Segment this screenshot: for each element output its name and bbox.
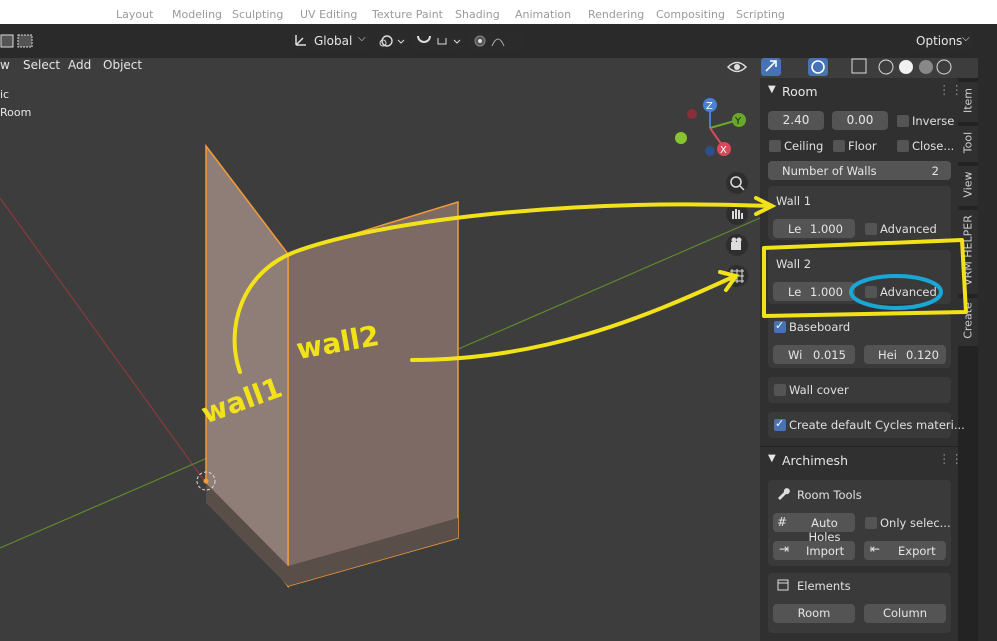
- advanced-highlight-circle: [849, 274, 943, 310]
- wall2-arrow: [410, 274, 737, 362]
- annotation-overlay: [232, 196, 968, 374]
